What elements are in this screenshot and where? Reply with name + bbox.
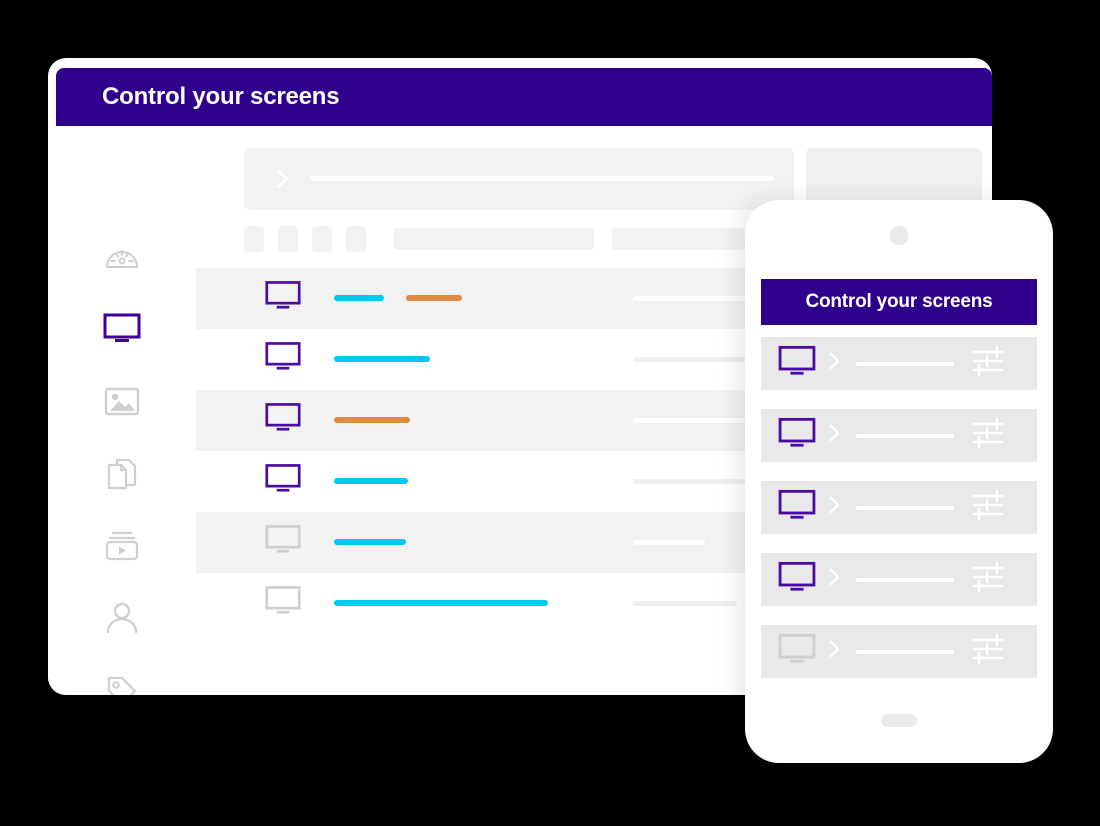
search-input[interactable]: [310, 176, 774, 181]
phone-list-item[interactable]: [761, 625, 1037, 678]
user-icon: [105, 602, 139, 634]
chevron-right-icon: [828, 423, 842, 448]
chevron-right-icon: [274, 168, 292, 195]
sidebar-item-screens[interactable]: [100, 308, 144, 348]
sidebar-item-images[interactable]: [100, 381, 144, 421]
sidebar-item-dashboard[interactable]: [100, 236, 144, 276]
monitor-icon: [103, 312, 141, 344]
sidebar-item-tags[interactable]: [100, 671, 144, 695]
sliders-icon[interactable]: [972, 561, 1006, 598]
sliders-icon[interactable]: [972, 489, 1006, 526]
toolbar-square-3[interactable]: [312, 226, 332, 252]
phone-row-label-placeholder: [856, 649, 954, 654]
toolbar-square-4[interactable]: [346, 226, 366, 252]
search-bar[interactable]: [244, 148, 794, 210]
row-meta-line: [633, 540, 705, 545]
camera-dot-icon: [889, 226, 909, 245]
phone-mockup: Control your screens: [745, 200, 1053, 763]
screenshot-stage: Control your screens Control your screen…: [0, 0, 1100, 826]
phone-row-label-placeholder: [856, 433, 954, 438]
phone-list-item[interactable]: [761, 409, 1037, 462]
row-status-bar: [334, 417, 410, 423]
sliders-icon[interactable]: [972, 345, 1006, 382]
monitor-icon: [265, 585, 301, 621]
toolbar-square-1[interactable]: [244, 226, 264, 252]
row-status-bar: [334, 295, 384, 301]
chevron-right-icon: [828, 639, 842, 664]
phone-row-label-placeholder: [856, 361, 954, 366]
monitor-icon: [265, 524, 301, 560]
home-indicator[interactable]: [881, 714, 917, 727]
desktop-title-bar: Control your screens: [56, 68, 992, 126]
sidebar: [48, 126, 196, 695]
sidebar-item-users[interactable]: [100, 598, 144, 638]
chevron-right-icon: [828, 495, 842, 520]
page-title: Control your screens: [102, 83, 340, 110]
monitor-icon: [265, 341, 301, 377]
image-icon: [104, 386, 140, 416]
phone-list-item[interactable]: [761, 337, 1037, 390]
monitor-icon: [265, 402, 301, 438]
sliders-icon[interactable]: [972, 633, 1006, 670]
monitor-icon: [265, 280, 301, 316]
phone-page-title: Control your screens: [805, 291, 993, 312]
chevron-right-icon: [828, 567, 842, 592]
monitor-icon: [778, 417, 816, 454]
row-status-bar: [334, 356, 430, 362]
row-status-bar: [334, 600, 548, 606]
row-status-bar: [334, 478, 408, 484]
phone-row-label-placeholder: [856, 505, 954, 510]
monitor-icon: [778, 633, 816, 670]
phone-list-item[interactable]: [761, 481, 1037, 534]
phone-row-label-placeholder: [856, 577, 954, 582]
chevron-right-icon: [828, 351, 842, 376]
gauge-icon: [105, 242, 139, 270]
monitor-icon: [778, 489, 816, 526]
sliders-icon[interactable]: [972, 417, 1006, 454]
row-status-bar: [334, 539, 406, 545]
phone-title-bar: Control your screens: [761, 279, 1037, 325]
playlist-icon: [104, 530, 140, 562]
toolbar-bar-1[interactable]: [394, 228, 594, 250]
sidebar-item-documents[interactable]: [100, 454, 144, 494]
monitor-icon: [778, 345, 816, 382]
monitor-icon: [778, 561, 816, 598]
toolbar-square-2[interactable]: [278, 226, 298, 252]
tag-icon: [105, 674, 139, 695]
row-status-bar: [406, 295, 462, 301]
documents-icon: [105, 457, 139, 491]
sidebar-item-playlists[interactable]: [100, 526, 144, 566]
monitor-icon: [265, 463, 301, 499]
phone-list-item[interactable]: [761, 553, 1037, 606]
row-meta-line: [633, 601, 737, 606]
